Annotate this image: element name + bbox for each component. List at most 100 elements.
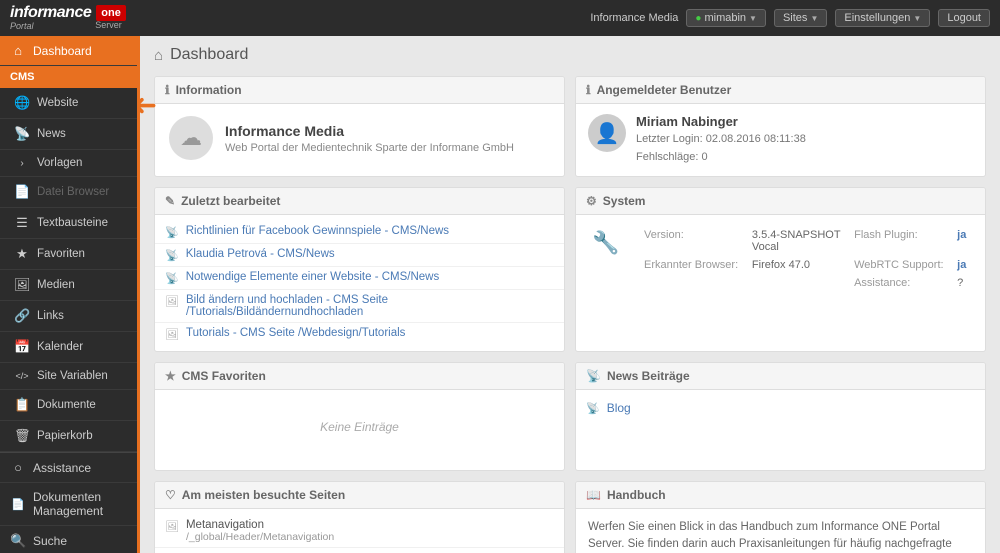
zuletzt-item-4: 🖼 Bild ändern und hochladen - CMS Seite … <box>155 290 564 323</box>
papierkorb-icon: 🗑 <box>14 428 30 444</box>
dashboard-icon: ⌂ <box>10 43 26 58</box>
sidebar-section-cms[interactable]: CMS <box>0 66 137 88</box>
fehlschlaege-label: Fehlschläge: <box>636 151 698 163</box>
sidebar-website-label: Website <box>37 97 78 109</box>
meist-item-name-1: Metanavigation <box>186 519 334 531</box>
kalender-icon: 📅 <box>14 339 30 355</box>
benutzer-info: Miriam Nabinger Letzter Login: 02.08.201… <box>636 114 806 166</box>
site-variablen-icon: </> <box>14 371 30 381</box>
system-assistance-row: Assistance: ? <box>640 275 971 291</box>
logo: informance Portal one Server <box>10 4 126 31</box>
sidebar-item-papierkorb[interactable]: 🗑 Papierkorb <box>0 421 137 452</box>
system-table: Version: 3.5.4-SNAPSHOTVocal Flash Plugi… <box>638 225 973 293</box>
news-link-1[interactable]: Blog <box>607 401 631 415</box>
news-item-icon-1: 📡 <box>586 402 600 415</box>
info-text: Informance Media Web Portal der Mediente… <box>225 123 514 154</box>
sites-label: Sites <box>783 12 807 24</box>
zuletzt-link-4[interactable]: Bild ändern und hochladen - CMS Seite /T… <box>186 294 554 318</box>
zuletzt-item-3: 📡 Notwendige Elemente einer Website - CM… <box>155 267 564 290</box>
info-card-header-label: Information <box>176 83 242 97</box>
news-feed-icon: 📡 <box>586 369 601 383</box>
settings-label: Einstellungen <box>844 12 910 24</box>
cloud-icon: ☁ <box>169 116 213 160</box>
website-icon: 🌐 <box>14 95 30 111</box>
zuletzt-item: 📡 Richtlinien für Facebook Gewinnspiele … <box>155 221 564 244</box>
favoriten-card-header-label: CMS Favoriten <box>182 369 266 383</box>
links-icon: 🔗 <box>14 308 30 324</box>
book-icon: 📖 <box>586 488 601 502</box>
handbuch-card-header-label: Handbuch <box>607 488 666 502</box>
system-card: ⚙ System 🔧 Version: 3.5.4-SNAPSHOTVocal … <box>575 187 986 352</box>
star-icon: ★ <box>165 369 176 383</box>
zuletzt-item-icon-3: 📡 <box>165 272 179 285</box>
news-icon: 📡 <box>14 126 30 142</box>
logout-button[interactable]: Logout <box>938 9 990 27</box>
page-title: ⌂ Dashboard <box>154 46 986 64</box>
handbuch-text: Werfen Sie einen Blick in das Handbuch z… <box>588 521 952 553</box>
sidebar-item-dashboard[interactable]: ⌂ Dashboard <box>0 36 137 66</box>
sidebar-item-news[interactable]: 📡 News <box>0 119 137 150</box>
sites-button[interactable]: Sites ▼ <box>774 9 827 27</box>
letzter-login-value: 02.08.2016 08:11:38 <box>706 133 806 145</box>
handbuch-card: 📖 Handbuch Werfen Sie einen Blick in das… <box>575 481 986 553</box>
sidebar-item-dokumente[interactable]: 📋 Dokumente <box>0 390 137 421</box>
news-list: 📡 Blog <box>576 390 985 426</box>
sidebar-item-site-variablen[interactable]: </> Site Variablen <box>0 363 137 390</box>
sidebar-item-dokumenten-management[interactable]: 📄 Dokumenten Management <box>0 483 137 526</box>
assistance-sys-label: Assistance: <box>850 275 951 291</box>
sidebar-datei-browser-label: Datei Browser <box>37 186 109 198</box>
doku-mgmt-icon: 📄 <box>10 498 26 511</box>
house-icon: ⌂ <box>154 47 163 64</box>
info-icon: ℹ <box>165 83 170 97</box>
zuletzt-link-1[interactable]: Richtlinien für Facebook Gewinnspiele - … <box>186 225 449 237</box>
zuletzt-link-2[interactable]: Klaudia Petrová - CMS/News <box>186 248 335 260</box>
sidebar-news-label: News <box>37 128 66 140</box>
sidebar-links-label: Links <box>37 310 64 322</box>
settings-button[interactable]: Einstellungen ▼ <box>835 9 930 27</box>
sidebar-item-vorlagen[interactable]: › Vorlagen <box>0 150 137 177</box>
browser-value: Firefox 47.0 <box>748 257 848 273</box>
main-layout: ⌂ Dashboard CMS 🌐 Website 📡 News › Vorla… <box>0 36 1000 553</box>
assistance-icon: ○ <box>10 460 26 475</box>
content-area: ➜ ⌂ Dashboard ℹ Information ☁ Informance… <box>140 36 1000 553</box>
sidebar-item-textbausteine[interactable]: ☰ Textbausteine <box>0 208 137 239</box>
webrtc-label: WebRTC Support: <box>850 257 951 273</box>
benutzer-body: 👤 Miriam Nabinger Letzter Login: 02.08.2… <box>576 104 985 176</box>
zuletzt-card: ✎ Zuletzt bearbeitet 📡 Richtlinien für F… <box>154 187 565 352</box>
user-button[interactable]: ● mimabin ▼ <box>686 9 766 27</box>
news-item-1: 📡 Blog <box>576 396 985 420</box>
sidebar-item-suche[interactable]: 🔍 Suche <box>0 526 137 553</box>
zuletzt-link-3[interactable]: Notwendige Elemente einer Website - CMS/… <box>186 271 440 283</box>
flash-value: ja <box>953 227 971 255</box>
info-card: ℹ Information ☁ Informance Media Web Por… <box>154 76 565 177</box>
sidebar-item-assistance[interactable]: ○ Assistance <box>0 453 137 483</box>
favoriten-icon: ★ <box>14 246 30 262</box>
favoriten-card: ★ CMS Favoriten Keine Einträge <box>154 362 565 471</box>
sidebar-doku-mgmt-label: Dokumenten Management <box>33 490 127 518</box>
version-value: 3.5.4-SNAPSHOTVocal <box>748 227 848 255</box>
sidebar-item-website[interactable]: 🌐 Website <box>0 88 137 119</box>
sidebar-item-links[interactable]: 🔗 Links <box>0 301 137 332</box>
meist-item-1: 🖼 Metanavigation /_global/Header/Metanav… <box>155 515 564 548</box>
system-browser-row: Erkannter Browser: Firefox 47.0 WebRTC S… <box>640 257 971 273</box>
zuletzt-item-icon-1: 📡 <box>165 226 179 239</box>
vorlagen-icon: › <box>14 158 30 169</box>
sidebar-item-favoriten[interactable]: ★ Favoriten <box>0 239 137 270</box>
meist-card-header-label: Am meisten besuchte Seiten <box>182 488 345 502</box>
logo-server: Server <box>95 21 126 31</box>
sidebar-item-medien[interactable]: 🖼 Medien <box>0 270 137 301</box>
favoriten-empty: Keine Einträge <box>155 390 564 464</box>
datei-browser-icon: 📄 <box>14 184 30 200</box>
zuletzt-list: 📡 Richtlinien für Facebook Gewinnspiele … <box>155 215 564 351</box>
webrtc-link[interactable]: ja <box>957 259 966 271</box>
sidebar-item-kalender[interactable]: 📅 Kalender <box>0 332 137 363</box>
benutzer-icon: ℹ <box>586 83 591 97</box>
flash-link[interactable]: ja <box>957 229 966 241</box>
sites-chevron-icon: ▼ <box>810 14 818 23</box>
browser-label: Erkannter Browser: <box>640 257 746 273</box>
sidebar-item-datei-browser[interactable]: 📄 Datei Browser <box>0 177 137 208</box>
news-card: 📡 News Beiträge 📡 Blog <box>575 362 986 471</box>
heart-icon: ♡ <box>165 488 176 502</box>
zuletzt-link-5[interactable]: Tutorials - CMS Seite /Webdesign/Tutoria… <box>186 327 405 339</box>
meist-card: ♡ Am meisten besuchte Seiten 🖼 Metanavig… <box>154 481 565 553</box>
